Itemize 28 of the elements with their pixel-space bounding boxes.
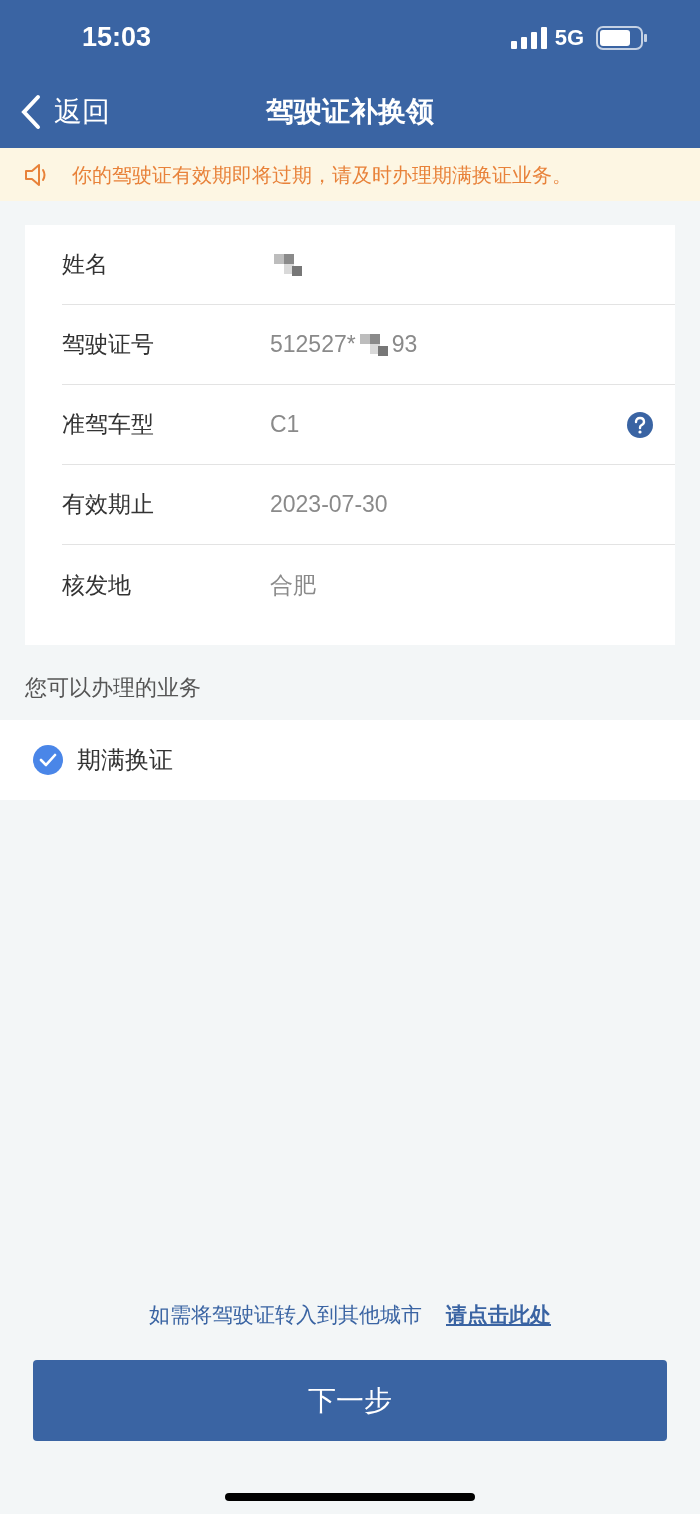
back-button[interactable]: 返回: [20, 90, 110, 133]
next-button[interactable]: 下一步: [33, 1360, 667, 1441]
signal-icon: [510, 26, 547, 49]
field-value: C1: [270, 410, 300, 440]
service-option[interactable]: 期满换证: [0, 720, 700, 800]
redaction-mosaic: [359, 333, 388, 356]
page-title: 驾驶证补换领: [266, 94, 434, 129]
service-label: 期满换证: [77, 745, 173, 775]
transfer-text: 如需将驾驶证转入到其他城市: [149, 1301, 422, 1328]
transfer-link[interactable]: 请点击此处: [446, 1298, 551, 1330]
back-chevron-icon[interactable]: [20, 93, 42, 130]
field-value: 2023-07-30: [270, 490, 388, 520]
field-label: 驾驶证号: [62, 330, 155, 360]
field-value: 93: [391, 330, 418, 360]
help-icon[interactable]: [627, 411, 653, 438]
field-label: 姓名: [62, 250, 109, 280]
notice-text: 你的驾驶证有效期即将过期，请及时办理期满换证业务。: [72, 162, 572, 188]
field-label: 有效期止: [62, 490, 155, 520]
field-label: 核发地: [62, 570, 132, 600]
status-time: 15:03: [82, 21, 152, 55]
section-title: 您可以办理的业务: [24, 674, 202, 702]
checkbox-icon[interactable]: [33, 745, 63, 775]
network-label: 5G: [554, 24, 584, 52]
field-label: 准驾车型: [62, 410, 155, 440]
field-value: 512527*: [270, 330, 356, 360]
field-value: 合肥: [270, 570, 316, 600]
redaction-mosaic: [274, 253, 302, 276]
battery-icon: [596, 25, 648, 50]
